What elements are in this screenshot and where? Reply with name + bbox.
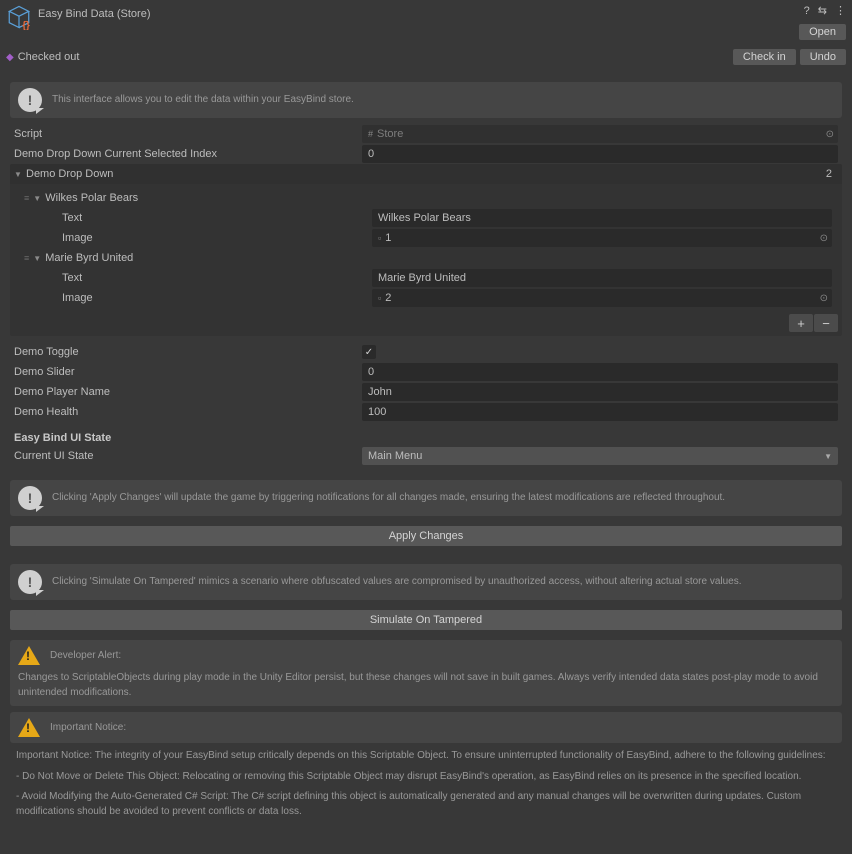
- help-icon[interactable]: ?: [804, 5, 810, 17]
- menu-icon[interactable]: ⋮: [835, 4, 846, 17]
- notice-p2: - Do Not Move or Delete This Object: Rel…: [16, 770, 836, 785]
- remove-item-button[interactable]: −: [814, 314, 838, 332]
- health-field[interactable]: [362, 403, 838, 421]
- item-image-field[interactable]: ▫ 1 ⊙: [372, 229, 832, 247]
- dd-count: 2: [796, 168, 832, 180]
- state-dropdown[interactable]: Main Menu ▼: [362, 447, 838, 465]
- item-text-label: Text: [62, 212, 372, 224]
- state-label: Current UI State: [14, 450, 362, 462]
- asset-cube-icon: {}: [6, 4, 32, 30]
- dd-label: Demo Drop Down: [26, 168, 113, 180]
- object-picker-icon: ⊙: [826, 129, 834, 140]
- asset-title: Easy Bind Data (Store): [38, 4, 151, 20]
- drag-handle-icon[interactable]: ≡: [24, 253, 29, 263]
- object-picker-icon[interactable]: ⊙: [820, 293, 828, 304]
- item-text-field[interactable]: [372, 209, 832, 227]
- apply-changes-button[interactable]: Apply Changes: [10, 526, 842, 546]
- checkin-button[interactable]: Check in: [733, 49, 796, 65]
- info-box-apply: ! Clicking 'Apply Changes' will update t…: [10, 480, 842, 516]
- player-field[interactable]: [362, 383, 838, 401]
- notice-p1: Important Notice: The integrity of your …: [16, 749, 836, 764]
- vcs-status: Checked out: [18, 51, 80, 63]
- foldout-icon[interactable]: [33, 254, 41, 263]
- sprite-icon: ▫: [378, 233, 381, 243]
- info-box-sim: ! Clicking 'Simulate On Tampered' mimics…: [10, 564, 842, 600]
- player-label: Demo Player Name: [14, 386, 362, 398]
- warning-icon: [18, 718, 40, 737]
- list-footer: + −: [10, 312, 842, 336]
- info-box-intro: ! This interface allows you to edit the …: [10, 82, 842, 118]
- svg-text:{}: {}: [22, 20, 30, 30]
- add-item-button[interactable]: +: [789, 314, 813, 332]
- item-name: Marie Byrd United: [45, 252, 133, 264]
- sprite-icon: ▫: [378, 293, 381, 303]
- ddidx-label: Demo Drop Down Current Selected Index: [14, 148, 362, 160]
- foldout-icon[interactable]: [14, 170, 22, 179]
- script-type-icon: #: [368, 129, 373, 139]
- item-text-field[interactable]: [372, 269, 832, 287]
- important-notice-box: Important Notice:: [10, 712, 842, 743]
- vcs-bar: ◆ Checked out Check in Undo: [0, 46, 852, 68]
- section-ui-state: Easy Bind UI State: [4, 422, 848, 446]
- item-image-label: Image: [62, 232, 372, 244]
- list-item[interactable]: ≡ Wilkes Polar Bears: [10, 188, 842, 208]
- notice-title: Important Notice:: [50, 722, 126, 733]
- notice-p3: - Avoid Modifying the Auto-Generated C# …: [16, 790, 836, 819]
- warning-icon: [18, 646, 40, 665]
- undo-button[interactable]: Undo: [800, 49, 846, 65]
- info-icon: !: [18, 486, 42, 510]
- slider-field[interactable]: [362, 363, 838, 381]
- item-text-label: Text: [62, 272, 372, 284]
- dev-alert-body: Changes to ScriptableObjects during play…: [18, 671, 834, 700]
- dev-alert-title: Developer Alert:: [50, 650, 121, 661]
- health-label: Demo Health: [14, 406, 362, 418]
- chevron-down-icon: ▼: [824, 452, 832, 461]
- item-image-field[interactable]: ▫ 2 ⊙: [372, 289, 832, 307]
- notice-guidelines: Important Notice: The integrity of your …: [4, 749, 848, 819]
- open-button[interactable]: Open: [799, 24, 846, 40]
- object-picker-icon[interactable]: ⊙: [820, 233, 828, 244]
- toggle-label: Demo Toggle: [14, 346, 362, 358]
- info-icon: !: [18, 570, 42, 594]
- script-field: # Store ⊙: [362, 125, 838, 143]
- toggle-checkbox[interactable]: ✓: [362, 345, 376, 359]
- lock-icon: ◆: [6, 52, 14, 63]
- info-icon: !: [18, 88, 42, 112]
- dropdown-list-header[interactable]: Demo Drop Down 2: [10, 164, 842, 184]
- inspector-header: {} Easy Bind Data (Store) ? ⇆ ⋮ Open: [0, 0, 852, 46]
- drag-handle-icon[interactable]: ≡: [24, 193, 29, 203]
- item-image-label: Image: [62, 292, 372, 304]
- ddidx-field[interactable]: [362, 145, 838, 163]
- slider-label: Demo Slider: [14, 366, 362, 378]
- item-name: Wilkes Polar Bears: [45, 192, 138, 204]
- info-text-intro: This interface allows you to edit the da…: [52, 93, 354, 107]
- info-text-apply: Clicking 'Apply Changes' will update the…: [52, 491, 725, 505]
- simulate-tampered-button[interactable]: Simulate On Tampered: [10, 610, 842, 630]
- info-text-sim: Clicking 'Simulate On Tampered' mimics a…: [52, 575, 742, 589]
- script-label: Script: [14, 128, 362, 140]
- developer-alert-box: Developer Alert: Changes to ScriptableOb…: [10, 640, 842, 706]
- list-item[interactable]: ≡ Marie Byrd United: [10, 248, 842, 268]
- preset-icon[interactable]: ⇆: [818, 4, 827, 17]
- dropdown-list-body: ≡ Wilkes Polar Bears Text Image ▫ 1 ⊙ ≡ …: [10, 184, 842, 312]
- foldout-icon[interactable]: [33, 194, 41, 203]
